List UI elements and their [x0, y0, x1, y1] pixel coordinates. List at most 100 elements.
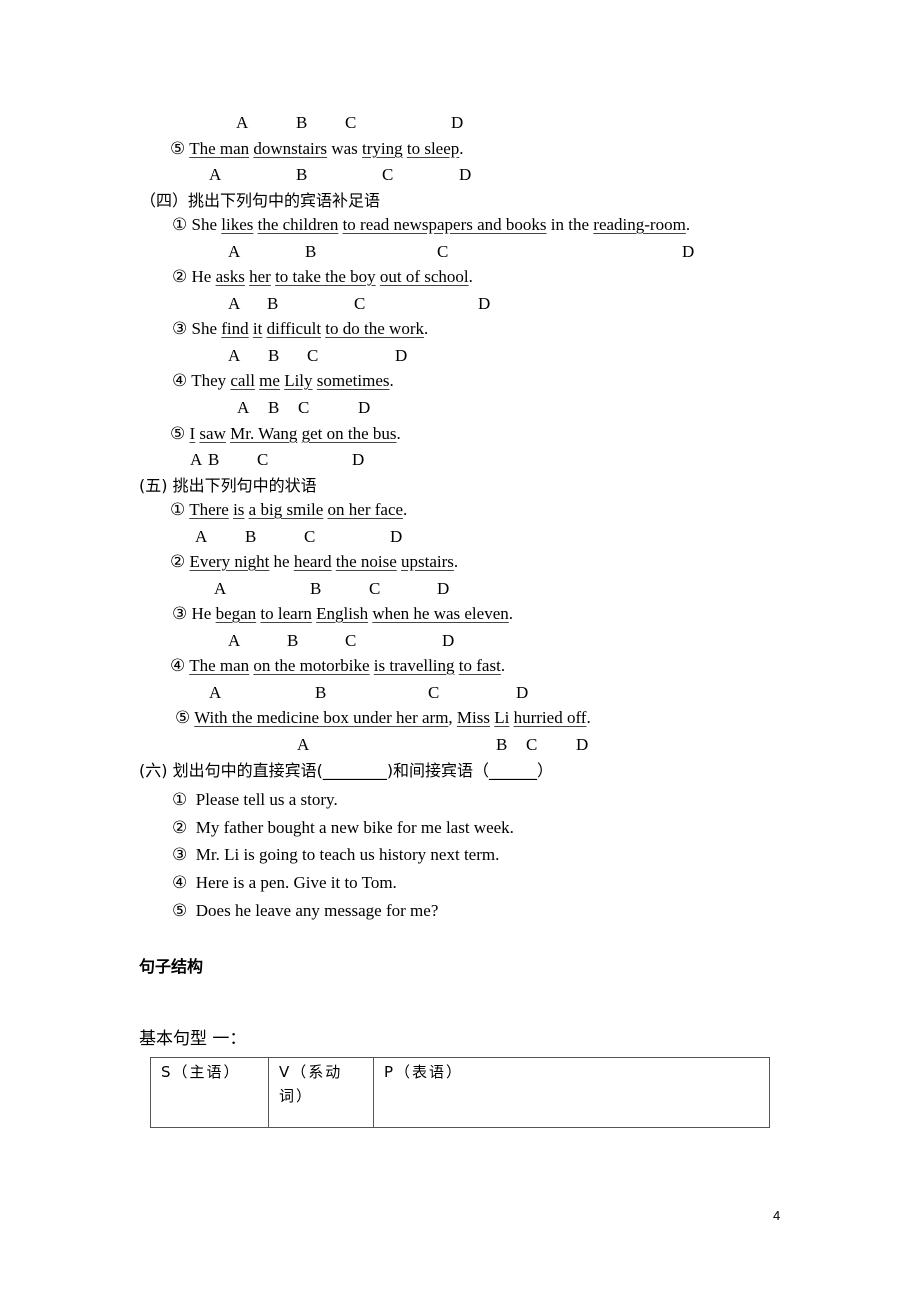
sentence-s5-1: ① There is a big smile on her face. — [170, 500, 407, 520]
s6-item-2: ② My father bought a new bike for me las… — [172, 818, 514, 838]
underlined-segment: reading-room — [593, 215, 686, 234]
label-c: C — [304, 527, 316, 546]
underlined-segment: asks — [215, 267, 245, 286]
label-b: B — [268, 398, 280, 417]
item-text: My father bought a new bike for me last … — [195, 818, 514, 837]
item-number: ⑤ — [170, 139, 190, 158]
plain-text: She — [191, 319, 222, 338]
underlined-segment: find — [221, 319, 249, 338]
underlined-segment: Lily — [284, 371, 313, 390]
underlined-segment: trying — [362, 139, 403, 158]
label-b: B — [287, 631, 299, 650]
underlined-segment: saw — [199, 424, 226, 443]
underlined-segment: difficult — [266, 319, 322, 338]
underlined-segment: downstairs — [253, 139, 328, 158]
underlined-segment: her — [249, 267, 271, 286]
sentence-s5-4: ④ The man on the motorbike is travelling… — [170, 656, 505, 676]
underlined-segment: is — [233, 500, 245, 519]
label-b: B — [208, 450, 220, 469]
label-c: C — [437, 242, 449, 261]
section-5-title: (五) 挑出下列句中的状语 — [139, 476, 317, 495]
underlined-segment: There — [189, 500, 229, 519]
underlined-segment: to do the work — [325, 319, 424, 338]
underlined-segment: is travelling — [373, 656, 455, 675]
label-a: A — [214, 579, 227, 598]
item-text: Does he leave any message for me? — [195, 901, 439, 920]
plain-text: in the — [546, 215, 594, 234]
label-d: D — [442, 631, 455, 650]
item-text: Mr. Li is going to teach us history next… — [195, 845, 500, 864]
label-a: A — [209, 683, 222, 702]
label-a: A — [236, 113, 249, 132]
pattern-heading: 基本句型 一： — [139, 1029, 247, 1049]
label-a: A — [228, 631, 241, 650]
label-b: B — [305, 242, 317, 261]
underlined-segment: the children — [257, 215, 339, 234]
plain-text: . — [685, 215, 691, 234]
label-d: D — [437, 579, 450, 598]
s6-item-5: ⑤ Does he leave any message for me? — [172, 901, 438, 921]
label-a: A — [190, 450, 203, 469]
label-b: B — [267, 294, 279, 313]
label-d: D — [459, 165, 472, 184]
item-number: ⑤ — [172, 901, 188, 920]
label-d: D — [516, 683, 529, 702]
table-row: S（主语） V（系动词） P（表语） — [150, 1057, 770, 1128]
sentence-s4-3: ③ She find it difficult to do the work. — [172, 319, 428, 339]
plain-text: He — [191, 267, 216, 286]
label-d: D — [576, 735, 589, 754]
underlined-segment: to sleep — [406, 139, 460, 158]
item-number: ② — [170, 552, 190, 571]
underlined-segment: when he was eleven — [372, 604, 509, 623]
plain-text: , — [448, 708, 457, 727]
label-a: A — [228, 346, 241, 365]
sentence-pattern-table: S（主语） V（系动词） P（表语） — [150, 1057, 770, 1128]
underlined-segment: Li — [494, 708, 510, 727]
item-number: ⑤ — [170, 424, 190, 443]
underlined-segment: to read newspapers and books — [342, 215, 547, 234]
sentence-s5-2: ② Every night he heard the noise upstair… — [170, 552, 458, 572]
label-b: B — [496, 735, 508, 754]
underlined-segment: me — [259, 371, 280, 390]
sentence-s4-2: ② He asks her to take the boy out of sch… — [172, 267, 473, 287]
underlined-segment: it — [252, 319, 263, 338]
plain-text: They — [191, 371, 231, 390]
label-d: D — [358, 398, 371, 417]
item-number: ④ — [172, 371, 192, 390]
plain-text: . — [453, 552, 459, 571]
label-b: B — [296, 165, 308, 184]
underlined-segment: on the motorbike — [253, 656, 370, 675]
underlined-segment: The man — [189, 656, 250, 675]
underlined-segment: likes — [221, 215, 254, 234]
underlined-segment: Every night — [189, 552, 270, 571]
label-a: A — [228, 294, 241, 313]
label-a: A — [228, 242, 241, 261]
sentence-s4-4: ④ They call me Lily sometimes. — [172, 371, 394, 391]
plain-text: was — [327, 139, 363, 158]
item-number: ① — [172, 790, 188, 809]
plain-text: . — [423, 319, 429, 338]
plain-text: he — [269, 552, 294, 571]
s6-item-4: ④ Here is a pen. Give it to Tom. — [172, 873, 397, 893]
sentence-s3-5: ⑤ The man downstairs was trying to sleep… — [170, 139, 464, 159]
label-c: C — [369, 579, 381, 598]
underlined-segment: call — [230, 371, 255, 390]
plain-text: . — [468, 267, 473, 286]
label-c: C — [298, 398, 310, 417]
plain-text: . — [389, 371, 394, 390]
plain-text: . — [459, 139, 464, 158]
sentence-s5-5: ⑤ With the medicine box under her arm, M… — [175, 708, 591, 728]
label-d: D — [390, 527, 403, 546]
plain-text: She — [191, 215, 222, 234]
label-b: B — [296, 113, 308, 132]
label-a: A — [297, 735, 310, 754]
underlined-segment: the noise — [335, 552, 397, 571]
underlined-segment: upstairs — [401, 552, 454, 571]
plain-text: He — [191, 604, 216, 623]
item-number: ① — [172, 215, 192, 234]
plain-text: . — [403, 500, 408, 519]
label-c: C — [428, 683, 440, 702]
underlined-segment: to learn — [260, 604, 312, 623]
underlined-segment: a big smile — [248, 500, 324, 519]
label-b: B — [268, 346, 280, 365]
